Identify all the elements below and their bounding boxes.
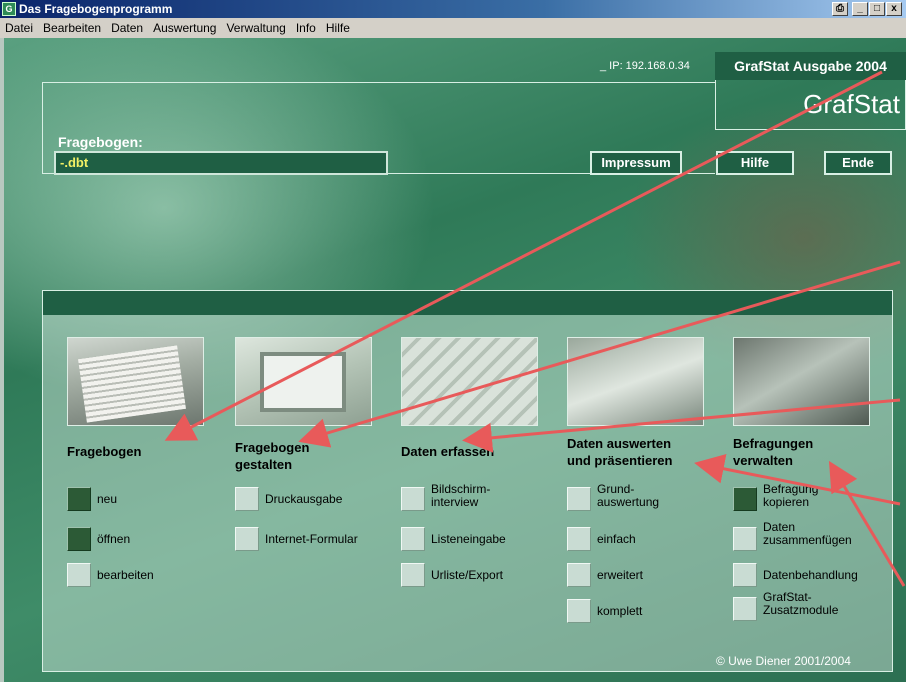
option-button[interactable] xyxy=(733,527,757,551)
option-label: Internet-Formular xyxy=(265,532,358,546)
option-label: erweitert xyxy=(597,568,644,582)
option-label: Grund- auswertung xyxy=(597,483,659,509)
column-title-line: und präsentieren xyxy=(567,453,673,468)
option-label: neu xyxy=(97,492,118,506)
option-button[interactable] xyxy=(567,599,591,623)
option-label: Listeneingabe xyxy=(431,532,506,546)
option-button[interactable] xyxy=(733,487,757,511)
fragebogen-label: Fragebogen: xyxy=(58,134,143,150)
option-button[interactable] xyxy=(67,527,91,551)
brand-edition: GrafStat Ausgabe 2004 xyxy=(715,52,906,80)
fragebogen-field[interactable]: -.dbt xyxy=(54,151,388,175)
option-label-line: auswertung xyxy=(597,495,660,509)
copyright-text: © Uwe Diener 2001/2004 xyxy=(716,654,851,668)
main-panel: Fragebogen neu öffnen bearbeiten Fragebo… xyxy=(42,290,893,672)
column-title-line: verwalten xyxy=(733,453,793,468)
option-label: öffnen xyxy=(97,532,131,546)
menu-auswertung[interactable]: Auswertung xyxy=(148,18,221,38)
column-title-gestalten: Fragebogen gestalten xyxy=(235,439,309,473)
option-button[interactable] xyxy=(235,527,259,551)
option-label-line: interview xyxy=(431,495,479,509)
option-button[interactable] xyxy=(401,487,425,511)
maximize-button[interactable]: □ xyxy=(869,2,885,16)
main-area: _ IP: 192.168.0.34 GrafStat Ausgabe 2004… xyxy=(0,38,906,682)
close-button[interactable]: x xyxy=(886,2,902,16)
menu-verwaltung[interactable]: Verwaltung xyxy=(221,18,290,38)
option-label: Datenbehandlung xyxy=(763,568,858,582)
print-icon[interactable]: ⎙ xyxy=(832,2,848,16)
column-title-line: gestalten xyxy=(235,457,293,472)
option-button[interactable] xyxy=(567,487,591,511)
option-label: bearbeiten xyxy=(97,568,154,582)
ende-button[interactable]: Ende xyxy=(824,151,892,175)
option-button[interactable] xyxy=(733,597,757,621)
title-bar: G Das Fragebogenprogramm ⎙ _ □ x xyxy=(0,0,906,18)
menu-bar: Datei Bearbeiten Daten Auswertung Verwaltung… xyxy=(0,18,906,38)
panel-header-bar xyxy=(43,291,892,315)
column-title-auswerten: Daten auswerten und präsentieren xyxy=(567,435,672,469)
ip-address: _ IP: 192.168.0.34 xyxy=(600,60,690,72)
atm-card-image[interactable] xyxy=(733,337,870,426)
option-label: GrafStat- Zusatzmodule xyxy=(763,591,838,617)
column-title-line: Daten erfassen xyxy=(401,444,495,459)
option-button[interactable] xyxy=(567,563,591,587)
option-label: Druckausgabe xyxy=(265,492,343,506)
menu-info[interactable]: Info xyxy=(291,18,321,38)
hilfe-button[interactable]: Hilfe xyxy=(716,151,794,175)
option-button[interactable] xyxy=(401,527,425,551)
menu-bearbeiten[interactable]: Bearbeiten xyxy=(38,18,106,38)
option-button[interactable] xyxy=(67,487,91,511)
keyboard-image[interactable] xyxy=(401,337,538,426)
option-label-line: Zusatzmodule xyxy=(763,603,839,617)
column-title-line: Fragebogen xyxy=(235,440,310,455)
option-label: Bildschirm- interview xyxy=(431,483,490,509)
column-title-line: Fragebogen xyxy=(67,444,142,459)
menu-datei[interactable]: Datei xyxy=(0,18,38,38)
column-title-fragebogen: Fragebogen xyxy=(67,443,141,460)
questionnaire-image[interactable] xyxy=(67,337,204,426)
option-button[interactable] xyxy=(235,487,259,511)
option-label: komplett xyxy=(597,604,643,618)
option-button[interactable] xyxy=(67,563,91,587)
column-title-line: Daten auswerten xyxy=(567,436,672,451)
option-label: Befragung kopieren xyxy=(763,483,818,509)
app-icon: G xyxy=(2,2,16,16)
option-label: Urliste/Export xyxy=(431,568,504,582)
column-title-erfassen: Daten erfassen xyxy=(401,443,494,460)
option-button[interactable] xyxy=(401,563,425,587)
option-label-line: zusammenfügen xyxy=(763,533,852,547)
option-label: Daten zusammenfügen xyxy=(763,521,852,547)
option-label-line: kopieren xyxy=(763,495,810,509)
menu-daten[interactable]: Daten xyxy=(106,18,148,38)
column-title-verwalten: Befragungen verwalten xyxy=(733,435,813,469)
menu-hilfe[interactable]: Hilfe xyxy=(321,18,355,38)
presentation-image[interactable] xyxy=(567,337,704,426)
brand-logo: GrafStat xyxy=(803,89,900,119)
column-title-line: Befragungen xyxy=(733,436,814,451)
window-title: Das Fragebogenprogramm xyxy=(19,2,173,16)
option-button[interactable] xyxy=(567,527,591,551)
option-button[interactable] xyxy=(733,563,757,587)
computer-image[interactable] xyxy=(235,337,372,426)
option-label: einfach xyxy=(597,532,636,546)
minimize-button[interactable]: _ xyxy=(852,2,868,16)
impressum-button[interactable]: Impressum xyxy=(590,151,682,175)
